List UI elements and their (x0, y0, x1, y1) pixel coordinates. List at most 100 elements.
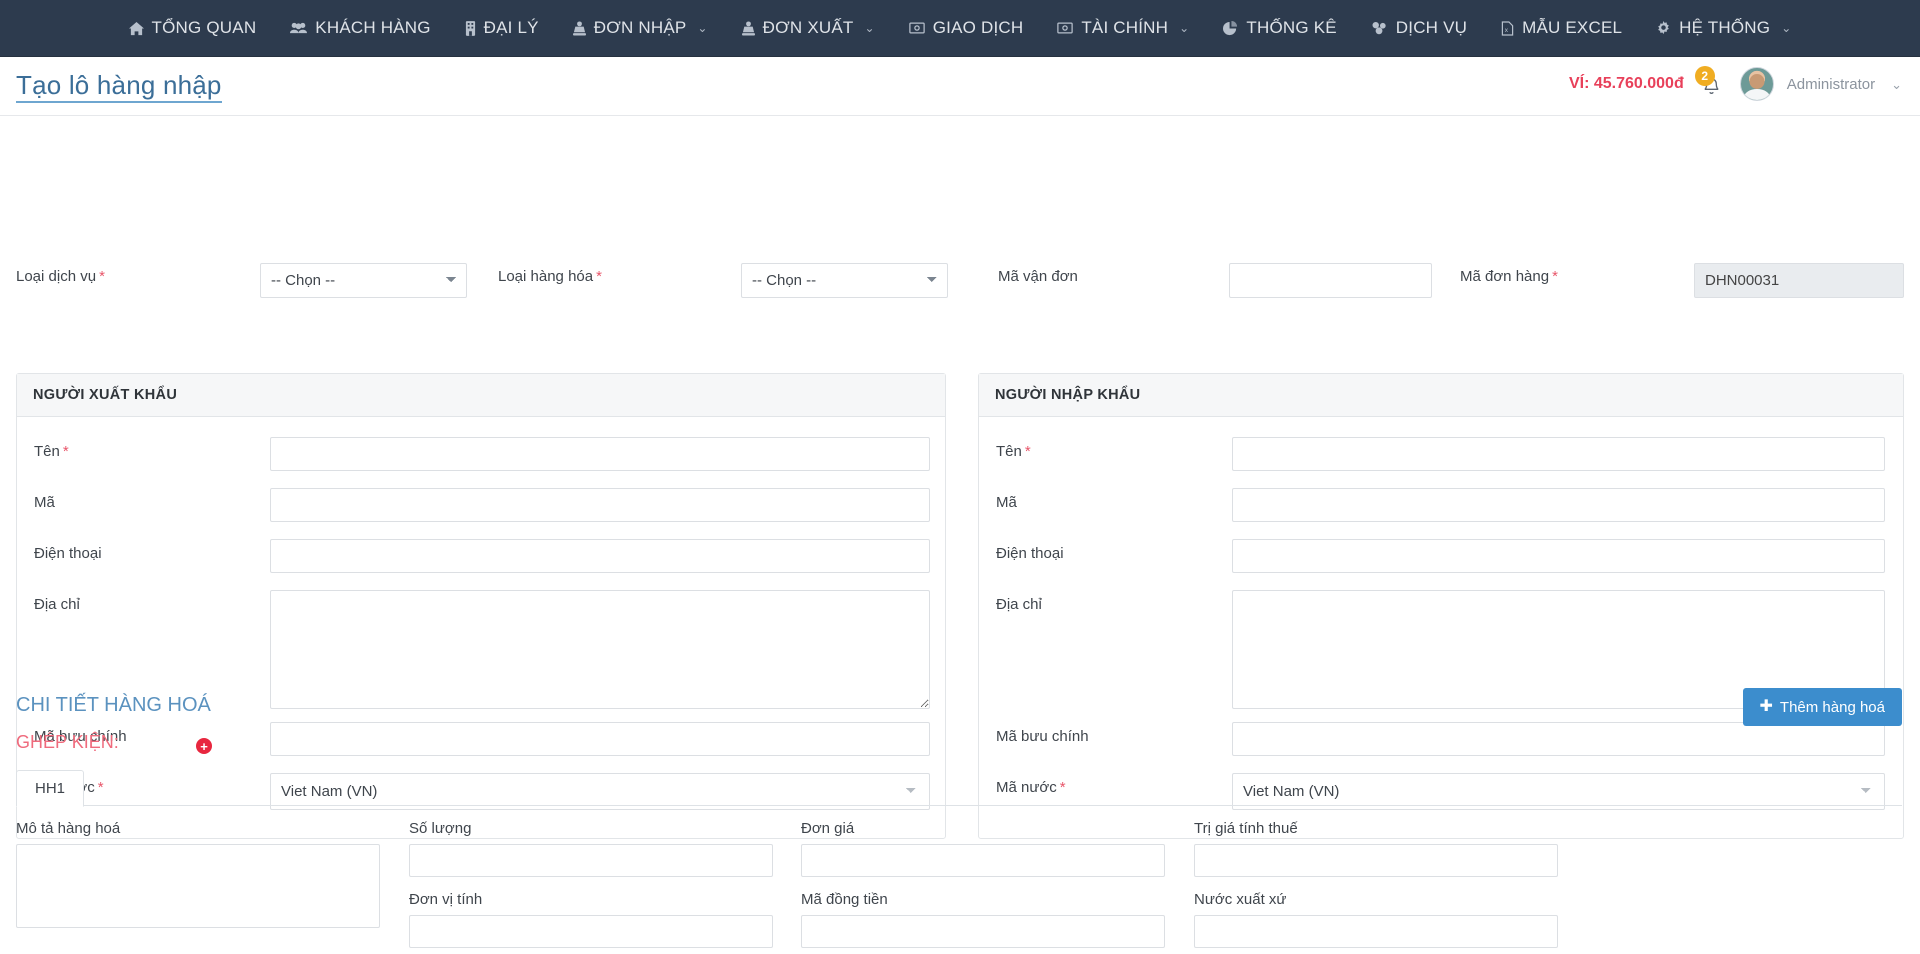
nav-item-don-xuat[interactable]: ĐƠN XUẤT ⌄ (725, 0, 892, 57)
import-icon (573, 21, 586, 36)
nav-item-don-nhap[interactable]: ĐƠN NHẬP ⌄ (556, 0, 725, 57)
goods-tabstrip: HH1 (16, 770, 1902, 806)
goods-currency-input[interactable] (801, 915, 1165, 948)
goods-unit-field: Đơn vị tính (409, 891, 773, 948)
importer-code-input[interactable] (1232, 488, 1885, 522)
goods-unit-price-label: Đơn giá (801, 820, 1165, 837)
nav-label: KHÁCH HÀNG (315, 18, 430, 38)
exporter-name-label-text: Tên (34, 443, 60, 460)
notifications-button[interactable]: 2 (1697, 69, 1727, 99)
nav-label: ĐƠN XUẤT (763, 18, 854, 38)
nav-item-mau-excel[interactable]: x MẪU EXCEL (1484, 0, 1639, 57)
nav-label: ĐƠN NHẬP (594, 18, 687, 38)
add-goods-button-label: Thêm hàng hoá (1780, 699, 1885, 716)
goods-taxable-value-label: Trị giá tính thuế (1194, 820, 1558, 837)
exporter-code-input[interactable] (270, 488, 930, 522)
order-code-label: Mã đơn hàng* (1460, 268, 1558, 285)
order-code-label-text: Mã đơn hàng (1460, 268, 1549, 285)
goods-origin-label: Nước xuất xứ (1194, 891, 1558, 908)
chevron-down-icon: ⌄ (1179, 22, 1189, 34)
importer-phone-input[interactable] (1232, 539, 1885, 573)
exporter-address-label: Địa chỉ (34, 596, 80, 613)
exporter-name-input[interactable] (270, 437, 930, 471)
importer-name-label: Tên* (996, 443, 1031, 460)
nav-label: ĐẠI LÝ (484, 18, 539, 38)
nav-item-tai-chinh[interactable]: TÀI CHÍNH ⌄ (1040, 0, 1206, 57)
nav-label: GIAO DỊCH (933, 18, 1024, 38)
avatar[interactable] (1740, 67, 1774, 101)
nav-item-khach-hang[interactable]: KHÁCH HÀNG (273, 0, 447, 57)
nav-item-thong-ke[interactable]: THỐNG KÊ (1206, 0, 1353, 57)
exporter-code-label: Mã (34, 494, 55, 511)
gear-icon (1656, 21, 1671, 36)
importer-name-label-text: Tên (996, 443, 1022, 460)
user-menu-chevron-down-icon[interactable]: ⌄ (1891, 78, 1902, 91)
home-icon (129, 21, 144, 36)
goods-origin-input[interactable] (1194, 915, 1558, 948)
nav-item-tong-quan[interactable]: TỔNG QUAN (112, 0, 274, 57)
nav-label: TÀI CHÍNH (1081, 18, 1168, 38)
goods-unit-label: Đơn vị tính (409, 891, 773, 908)
waybill-code-label: Mã vận đơn (998, 268, 1078, 285)
nav-item-he-thong[interactable]: HỆ THỐNG ⌄ (1639, 0, 1808, 57)
required-asterisk: * (1552, 268, 1558, 285)
top-form-row: Loại dịch vụ* -- Chọn -- Loại hàng hóa* … (0, 116, 1920, 174)
chevron-down-icon: ⌄ (1781, 22, 1791, 34)
goods-tab-label: HH1 (35, 780, 65, 797)
service-type-select[interactable]: -- Chọn -- (260, 263, 467, 298)
nav-item-giao-dich[interactable]: GIAO DỊCH (892, 0, 1041, 57)
pie-chart-icon (1223, 21, 1238, 36)
goods-type-label-text: Loại hàng hóa (498, 268, 593, 285)
goods-currency-label: Mã đồng tiền (801, 891, 1165, 908)
goods-type-label: Loại hàng hóa* (498, 268, 602, 285)
goods-taxable-value-field: Trị giá tính thuế (1194, 820, 1558, 877)
goods-unit-price-field: Đơn giá (801, 820, 1165, 877)
goods-description-textarea[interactable] (16, 844, 380, 928)
add-goods-button[interactable]: ✚ Thêm hàng hoá (1743, 688, 1902, 726)
excel-file-icon: x (1501, 21, 1514, 36)
page-header: Tạo lô hàng nhập VÍ: 45.760.000đ 2 Admin… (0, 57, 1920, 116)
exporter-panel-title: NGƯỜI XUẤT KHẨU (17, 374, 945, 417)
nav-label: TỔNG QUAN (152, 18, 257, 38)
exporter-address-textarea[interactable] (270, 590, 930, 709)
notification-count-badge: 2 (1695, 66, 1715, 86)
plus-icon: ✚ (1760, 699, 1773, 715)
goods-tab-hh1[interactable]: HH1 (16, 770, 84, 807)
chevron-down-icon: ⌄ (697, 22, 707, 34)
building-icon (465, 21, 476, 36)
plus-circle-icon[interactable]: + (196, 738, 212, 754)
goods-quantity-input[interactable] (409, 844, 773, 877)
money-icon (1057, 22, 1073, 34)
waybill-code-input[interactable] (1229, 263, 1432, 298)
goods-quantity-field: Số lượng (409, 820, 773, 877)
nav-item-dai-ly[interactable]: ĐẠI LÝ (448, 0, 556, 57)
wallet-balance: VÍ: 45.760.000đ (1569, 75, 1684, 93)
goods-unit-input[interactable] (409, 915, 773, 948)
header-right-cluster: VÍ: 45.760.000đ 2 Administrator ⌄ (1569, 67, 1902, 101)
goods-type-select[interactable]: -- Chọn -- (741, 263, 948, 298)
username-label[interactable]: Administrator (1787, 76, 1875, 93)
goods-taxable-value-input[interactable] (1194, 844, 1558, 877)
nav-label: THỐNG KÊ (1246, 18, 1336, 38)
importer-code-label: Mã (996, 494, 1017, 511)
service-type-label: Loại dịch vụ* (16, 268, 105, 285)
importer-address-label: Địa chỉ (996, 596, 1042, 613)
required-asterisk: * (1025, 443, 1031, 460)
exporter-name-label: Tên* (34, 443, 69, 460)
chevron-down-icon: ⌄ (864, 22, 874, 34)
required-asterisk: * (63, 443, 69, 460)
goods-quantity-label: Số lượng (409, 820, 773, 837)
svg-text:x: x (1505, 27, 1509, 34)
merge-package-label: GHÉP KIỆN: (16, 732, 119, 753)
importer-panel-title: NGƯỜI NHẬP KHẨU (979, 374, 1903, 417)
nav-label: DỊCH VỤ (1396, 18, 1467, 38)
goods-detail-section: CHI TIẾT HÀNG HOÁ GHÉP KIỆN: + ✚ Thêm hà… (0, 694, 1920, 954)
nav-item-dich-vu[interactable]: DỊCH VỤ (1354, 0, 1484, 57)
cubes-icon (1371, 21, 1388, 35)
goods-unit-price-input[interactable] (801, 844, 1165, 877)
nav-label: HỆ THỐNG (1679, 18, 1770, 38)
importer-name-input[interactable] (1232, 437, 1885, 471)
exporter-phone-input[interactable] (270, 539, 930, 573)
main-navbar: TỔNG QUAN KHÁCH HÀNG ĐẠI LÝ ĐƠN NHẬP ⌄ Đ… (0, 0, 1920, 57)
order-code-input (1694, 263, 1904, 298)
